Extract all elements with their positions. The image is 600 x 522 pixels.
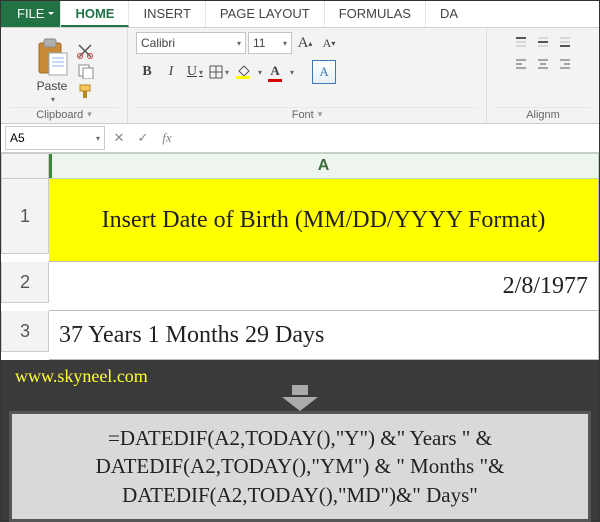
bucket-icon: [236, 65, 250, 76]
font-size-value: 11: [253, 36, 265, 50]
italic-button[interactable]: I: [160, 61, 182, 83]
formula-bar-input[interactable]: [179, 127, 599, 149]
tab-home[interactable]: HOME: [61, 1, 129, 27]
paste-icon: [35, 37, 69, 77]
align-middle-button[interactable]: [533, 32, 553, 52]
align-bottom-button[interactable]: [555, 32, 575, 52]
underline-button[interactable]: U▾: [184, 61, 206, 83]
group-alignment-label: Alignm: [526, 109, 560, 121]
cut-icon: [77, 43, 95, 59]
font-size-combo[interactable]: 11 ▾: [248, 32, 292, 54]
font-color-button[interactable]: A: [264, 62, 286, 82]
row-header-2[interactable]: 2: [1, 262, 49, 303]
paste-button[interactable]: Paste ▾: [33, 35, 71, 104]
insert-function-button[interactable]: fx: [155, 127, 179, 149]
paste-label: Paste: [37, 79, 68, 93]
cell-a3[interactable]: 37 Years 1 Months 29 Days: [49, 311, 599, 360]
worksheet: A 1 Insert Date of Birth (MM/DD/YYYY For…: [1, 153, 599, 360]
font-color-swatch: [268, 79, 282, 82]
name-box[interactable]: A5 ▾: [5, 126, 105, 150]
tab-formulas[interactable]: FORMULAS: [325, 1, 426, 27]
tab-file[interactable]: FILE: [1, 1, 61, 27]
ribbon-tabs: FILE HOME INSERT PAGE LAYOUT FORMULAS DA: [1, 1, 599, 28]
chevron-down-icon: ▾: [283, 39, 287, 48]
copy-icon: [77, 63, 95, 79]
tab-page-layout[interactable]: PAGE LAYOUT: [206, 1, 325, 27]
paste-dropdown-icon[interactable]: ▾: [51, 95, 55, 104]
group-alignment: Alignm: [487, 28, 599, 123]
format-painter-icon: [77, 83, 95, 99]
font-expand-icon[interactable]: ▾: [318, 109, 323, 121]
chevron-down-icon: ▾: [96, 134, 100, 143]
increase-font-button[interactable]: A▴: [294, 32, 316, 54]
cut-button[interactable]: [77, 43, 95, 59]
group-font-label: Font: [292, 109, 314, 121]
watermark-credit: www.skyneel.com: [1, 360, 599, 387]
fill-color-button[interactable]: [232, 62, 254, 82]
tab-insert[interactable]: INSERT: [129, 1, 205, 27]
align-right-button[interactable]: [555, 54, 575, 74]
name-box-value: A5: [10, 131, 25, 145]
cell-styles-button[interactable]: A: [312, 60, 336, 84]
cancel-entry-button[interactable]: ✕: [107, 127, 131, 149]
chevron-down-icon[interactable]: ▾: [258, 68, 262, 77]
column-header-a[interactable]: A: [49, 153, 599, 179]
align-left-button[interactable]: [511, 54, 531, 74]
font-name-combo[interactable]: Calibri ▾: [136, 32, 246, 54]
font-name-value: Calibri: [141, 36, 175, 50]
fill-color-swatch: [236, 76, 250, 79]
formula-bar-row: A5 ▾ ✕ ✓ fx: [1, 124, 599, 153]
align-top-button[interactable]: [511, 32, 531, 52]
align-center-button[interactable]: [533, 54, 553, 74]
select-all-corner[interactable]: [1, 153, 49, 179]
arrow-down-icon: [282, 397, 318, 411]
font-color-letter: A: [270, 63, 279, 79]
border-button[interactable]: ▾: [208, 61, 230, 83]
copy-button[interactable]: [77, 63, 95, 79]
cell-a1[interactable]: Insert Date of Birth (MM/DD/YYYY Format): [49, 179, 599, 262]
cell-a2[interactable]: 2/8/1977: [49, 262, 599, 311]
row-header-3[interactable]: 3: [1, 311, 49, 352]
border-icon: [209, 65, 223, 79]
row-header-1[interactable]: 1: [1, 179, 49, 254]
tab-data[interactable]: DA: [426, 1, 472, 27]
confirm-entry-button[interactable]: ✓: [131, 127, 155, 149]
bold-button[interactable]: B: [136, 61, 158, 83]
chevron-down-icon[interactable]: ▾: [290, 68, 294, 77]
ribbon: Paste ▾: [1, 28, 599, 124]
group-font: Calibri ▾ 11 ▾ A▴ A▾ B I U▾ ▾: [128, 28, 487, 123]
chevron-down-icon: ▾: [237, 39, 241, 48]
decrease-font-button[interactable]: A▾: [318, 32, 340, 54]
clipboard-expand-icon[interactable]: ▾: [87, 109, 92, 121]
arrow-stem: [292, 385, 308, 395]
formula-display-box: =DATEDIF(A2,TODAY(),"Y") &" Years " & DA…: [9, 411, 591, 522]
format-painter-button[interactable]: [77, 83, 95, 99]
group-clipboard-label: Clipboard: [36, 109, 83, 121]
group-clipboard: Paste ▾: [1, 28, 128, 123]
